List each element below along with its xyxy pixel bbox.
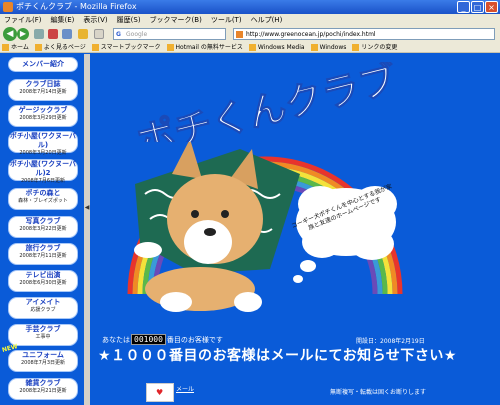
sidebar-item-club-diary[interactable]: クラブ日誌 2008年7月14日更新 — [9, 80, 77, 100]
bookmark-icon — [2, 43, 9, 51]
bookmark-windows[interactable]: Windows — [310, 42, 346, 52]
reload-icon[interactable] — [34, 29, 44, 39]
site-title-text: ポチくんクラブ — [133, 62, 402, 142]
counter-suffix: 番目のお客様です — [166, 336, 223, 344]
sidebar-item-cage-club[interactable]: ゲージックラブ 2008年3月29日更新 — [9, 106, 77, 126]
heart-icon: ♥ — [156, 388, 164, 397]
sidebar-nav: メンバー紹介 クラブ日誌 2008年7月14日更新 ゲージックラブ 2008年3月2… — [0, 54, 84, 405]
url-text: http://www.greenocean.jp/pochi/index.htm… — [246, 31, 376, 38]
bookmark-icon — [166, 43, 174, 51]
firefox-icon — [3, 2, 13, 12]
back-button[interactable]: ◀ — [3, 27, 17, 41]
window-title: ポチくんクラブ - Mozilla Firefox — [16, 2, 137, 11]
sidebar-item-eyemate[interactable]: アイメイト 応援クラブ — [9, 298, 77, 318]
opened-date: 開設日：2008年2月19日 — [356, 338, 425, 345]
stop-icon[interactable] — [48, 29, 58, 39]
sidebar-item-pochi-hut[interactable]: ポチ小屋(ワクヌーバル) 2008年3月20日更新 — [9, 132, 77, 156]
menu-bar: ファイル(F) 編集(E) 表示(V) 履歴(S) ブックマーク(B) ツール(… — [0, 14, 500, 26]
bookmark-smart[interactable]: スマートブックマーク — [91, 42, 161, 52]
counter-value: 001000 — [131, 334, 166, 345]
close-button[interactable]: × — [485, 1, 498, 13]
bookmark-icon — [310, 43, 318, 51]
menu-tools[interactable]: ツール(T) — [211, 14, 242, 26]
main-content: ポチくんクラブ コーギー犬ポチくんを中心とする我が家族と友達のホームページです … — [90, 54, 500, 405]
search-placeholder: Google — [126, 31, 148, 38]
bookmark-icon — [248, 43, 256, 51]
print-icon[interactable] — [78, 29, 88, 39]
home-icon[interactable] — [62, 29, 72, 39]
sidebar-item-craft-club[interactable]: 手芸クラブ 工事中 — [9, 325, 77, 345]
site-title: ポチくんクラブ — [122, 56, 402, 164]
window-controls: _ □ × — [457, 1, 498, 13]
sidebar-item-travel-club[interactable]: 旅行クラブ 2008年7月11日更新 — [9, 244, 77, 264]
search-input[interactable]: G Google — [113, 28, 226, 40]
bookmark-icon — [352, 43, 360, 51]
address-bar[interactable]: http://www.greenocean.jp/pochi/index.htm… — [233, 28, 495, 40]
notice-text: ★１０００番目のお客様はメールにてお知らせ下さい★ — [98, 348, 457, 364]
bookmarks-bar: ホーム よく見るページ スマートブックマーク Hotmail の無料サービス W… — [0, 42, 500, 53]
menu-bookmarks[interactable]: ブックマーク(B) — [150, 14, 202, 26]
forward-button[interactable]: ▶ — [17, 28, 29, 40]
bookmark-home[interactable]: ホーム — [2, 42, 29, 52]
extension-icon[interactable] — [94, 29, 104, 39]
menu-view[interactable]: 表示(V) — [83, 14, 107, 26]
sidebar-item-uniform[interactable]: ユニフォーム 2008年7月3日更新 — [9, 351, 77, 371]
sidebar-item-members[interactable]: メンバー紹介 — [9, 58, 77, 71]
bookmark-links[interactable]: リンクの変更 — [352, 42, 397, 52]
menu-file[interactable]: ファイル(F) — [4, 14, 42, 26]
counter-prefix: あなたは — [102, 336, 130, 344]
bookmark-icon — [34, 43, 42, 51]
sidebar-item-photo-club[interactable]: 写真クラブ 2008年3月22日更新 — [9, 217, 77, 237]
menu-help[interactable]: ヘルプ(H) — [251, 14, 283, 26]
copyright-notice: 無断複写・転載は固くお断りします — [330, 389, 427, 396]
google-search-icon: G — [116, 31, 121, 38]
maximize-button[interactable]: □ — [471, 1, 484, 13]
sidebar-item-pochi-forest[interactable]: ポチの森と 森林・ブレイズポット — [9, 189, 77, 209]
sidebar-item-tv-appearance[interactable]: テレビ出演 2008年6月30日更新 — [9, 271, 77, 291]
mail-link[interactable]: メール — [176, 384, 194, 393]
bookmark-frequent[interactable]: よく見るページ — [34, 42, 86, 52]
minimize-button[interactable]: _ — [457, 1, 470, 13]
menu-history[interactable]: 履歴(S) — [117, 14, 141, 26]
title-bar: ポチくんクラブ - Mozilla Firefox _ □ × — [0, 0, 500, 14]
mail-icon[interactable]: ♥ — [146, 383, 174, 402]
bookmark-windows-media[interactable]: Windows Media — [248, 42, 305, 52]
bookmark-hotmail[interactable]: Hotmail の無料サービス — [166, 42, 243, 52]
navigation-toolbar: ◀ ▶ G Google http://www.greenocean.jp/po… — [0, 26, 500, 43]
visitor-counter: あなたは 001000 番目のお客様です — [102, 334, 223, 345]
bookmark-icon — [91, 43, 99, 51]
speech-bubble: コーギー犬ポチくんを中心とする我が家族と友達のホームページです — [290, 182, 402, 257]
sidebar-item-goods-club[interactable]: 雑貨クラブ 2008年2月21日更新 — [9, 379, 77, 399]
menu-edit[interactable]: 編集(E) — [51, 14, 75, 26]
sidebar-item-pochi-hut-2[interactable]: ポチ小屋(ワクヌーバル)2 2008年7月6日更新 — [9, 160, 77, 184]
page-favicon — [236, 31, 243, 38]
